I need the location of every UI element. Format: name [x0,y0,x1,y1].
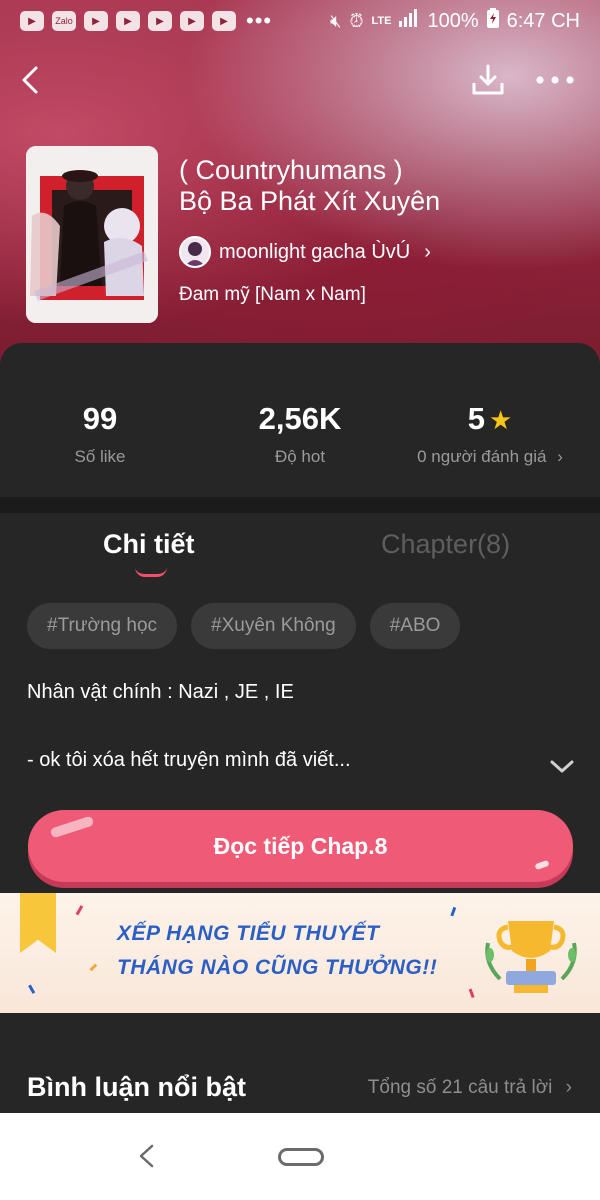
stat-rating[interactable]: 5 ★ 0 người đánh giá › [390,401,590,467]
banner-text: XẾP HẠNG TIỂU THUYẾT THÁNG NÀO CŨNG THƯỞ… [117,917,437,985]
mute-icon: 🔇︎ [330,10,342,31]
chevron-right-icon: › [565,1077,572,1098]
chevron-down-icon [550,760,574,773]
top-toolbar [0,58,600,102]
story-genre: Đam mỹ [Nam x Nam] [179,284,366,305]
trophy-icon [485,921,577,993]
star-icon: ★ [488,405,513,435]
tab-details[interactable]: Chi tiết [103,529,195,560]
story-cover-image[interactable] [26,146,158,323]
download-button[interactable] [466,58,510,102]
status-bar: ▶ Zalo ▶ ▶ ▶ ▶ ▶ ••• 🔇︎ ⏰︎ LTE 100% 6:47… [0,0,600,42]
tag-chip[interactable]: #ABO [369,603,461,649]
rating-label: 0 người đánh giá › [390,447,590,467]
battery-icon [486,8,499,34]
main-characters: Nhân vật chính : Nazi , JE , IE [27,681,294,703]
comments-title: Bình luận nổi bật [27,1072,246,1102]
youtube-icon: ▶ [84,11,108,31]
youtube-icon: ▶ [116,11,140,31]
youtube-icon: ▶ [20,11,44,31]
story-title-line2: Bộ Ba Phát Xít Xuyên [179,186,441,216]
chevron-left-icon [22,66,38,94]
tag-chip[interactable]: #Trường học [27,603,178,649]
more-horizontal-icon [536,76,574,84]
chevron-right-icon: › [424,240,431,263]
battery-percent: 100% [427,9,479,32]
likes-label: Số like [74,447,126,466]
story-description: - ok tôi xóa hết truyện mình đã viết... [27,749,351,771]
active-tab-indicator [135,567,167,577]
tag-chip[interactable]: #Xuyên Không [191,603,356,649]
system-navigation-bar [0,1113,600,1200]
continue-reading-button[interactable]: Đọc tiếp Chap.8 [28,810,573,882]
hot-label: Độ hot [274,447,326,466]
youtube-icon: ▶ [148,11,172,31]
download-icon [472,64,504,95]
comments-total-link[interactable]: Tổng số 21 câu trả lời › [368,1077,572,1099]
back-button[interactable] [10,58,50,102]
clock: 6:47 CH [506,9,580,32]
chevron-right-icon: › [557,447,563,466]
more-options-button[interactable] [530,58,580,102]
button-gloss [49,815,95,839]
tab-chapters[interactable]: Chapter(8) [381,529,510,560]
continue-reading-label: Đọc tiếp Chap.8 [213,832,388,859]
story-header: ▶ Zalo ▶ ▶ ▶ ▶ ▶ ••• 🔇︎ ⏰︎ LTE 100% 6:47… [0,0,600,380]
tag-list: #Trường học #Xuyên Không #ABO [27,603,461,649]
hot-value: 2,56K [258,401,342,436]
rating-value-row: 5 ★ [390,401,590,437]
comments-total: Tổng số 21 câu trả lời [367,1077,553,1098]
button-gloss [534,859,550,871]
story-title-line1: ( Countryhumans ) [179,155,403,185]
zalo-icon: Zalo [52,11,76,31]
youtube-icon: ▶ [212,11,236,31]
story-title: ( Countryhumans ) Bộ Ba Phát Xít Xuyên [179,155,579,217]
banner-line2: THÁNG NÀO CŨNG THƯỞNG!! [117,956,438,979]
details-section: Chi tiết Chapter(8) #Trường học #Xuyên K… [0,513,600,893]
banner-line1: XẾP HẠNG TIỂU THUYẾT [117,922,380,945]
rating-value: 5 [467,401,485,436]
author-name: moonlight gacha ÙvÚ [219,240,411,263]
stat-hot: 2,56K Độ hot [200,401,400,467]
section-divider [0,497,600,513]
system-home-button[interactable] [278,1148,324,1166]
comments-section: Bình luận nổi bật Tổng số 21 câu trả lời… [0,1013,600,1113]
alarm-icon: ⏰︎ [349,10,364,31]
stat-likes: 99 Số like [0,401,200,467]
signal-icon [399,9,419,33]
avatar [179,236,211,268]
youtube-icon: ▶ [180,11,204,31]
author-link[interactable]: moonlight gacha ÙvÚ › [179,236,431,268]
lte-indicator: LTE [371,15,392,27]
expand-description-button[interactable] [548,753,576,781]
stats-card: 99 Số like 2,56K Độ hot 5 ★ 0 người đánh … [0,343,600,497]
ranking-banner[interactable]: XẾP HẠNG TIỂU THUYẾT THÁNG NÀO CŨNG THƯỞ… [0,893,600,1013]
system-back-button[interactable] [132,1141,162,1171]
rating-count: 0 người đánh giá [417,447,547,466]
more-notifications-icon: ••• [246,8,273,33]
chevron-left-icon [139,1144,154,1168]
likes-value: 99 [82,401,118,436]
